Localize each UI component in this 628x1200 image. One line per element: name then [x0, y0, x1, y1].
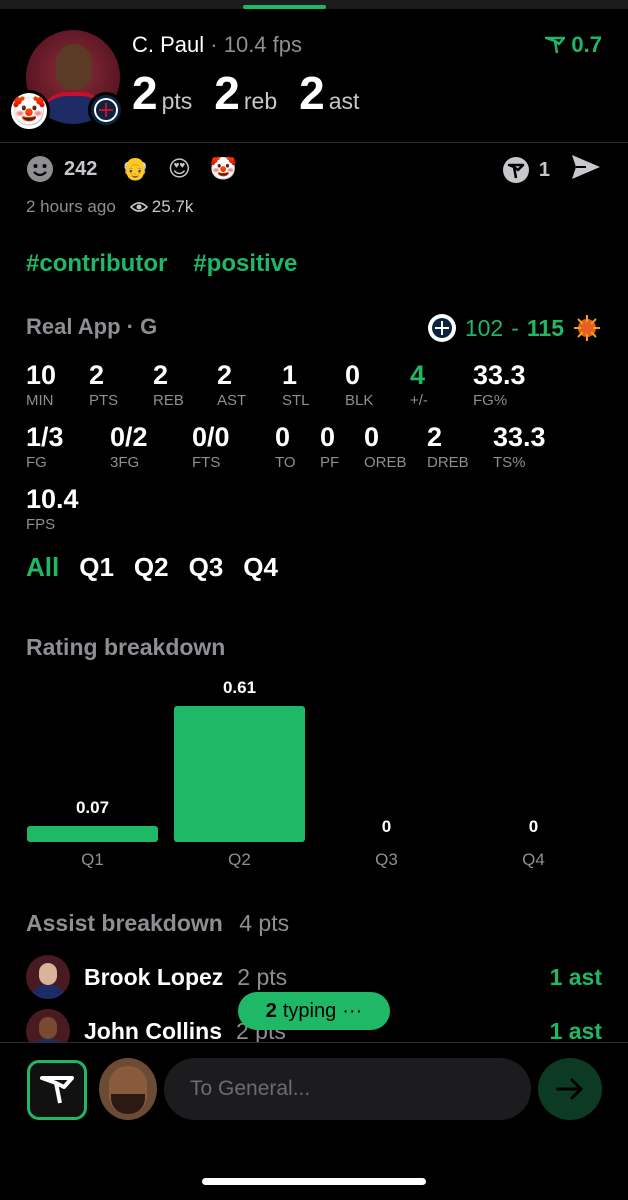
- chart-category-label: Q2: [228, 850, 251, 869]
- chart-category-label: Q1: [81, 850, 104, 869]
- stat-fts: 0/0 FTS: [192, 422, 230, 471]
- reaction-clown-icon[interactable]: 🤡: [209, 155, 237, 183]
- assist-breakdown-header: Assist breakdown 4 pts: [26, 910, 289, 937]
- chart-category-label: Q4: [522, 850, 545, 869]
- stat-fg: 1/3 FG: [26, 422, 64, 471]
- game-label: Real App · G: [26, 314, 158, 339]
- stat-pf: 0 PF: [320, 422, 340, 471]
- assist-player-name: John Collins: [84, 1017, 222, 1044]
- add-reaction-icon[interactable]: [26, 155, 54, 183]
- stat-min: 10 MIN: [26, 360, 57, 409]
- tab-q2[interactable]: Q2: [134, 552, 169, 583]
- app-logo-icon: [40, 1076, 74, 1104]
- stat-oreb: 0 OREB: [364, 422, 407, 471]
- assist-player-name: Brook Lopez: [84, 963, 224, 990]
- away-score: 115: [526, 314, 564, 341]
- chart-value-label: 0: [381, 817, 392, 836]
- eye-icon: [129, 202, 148, 212]
- header-divider: [0, 142, 628, 143]
- home-indicator: [202, 1178, 426, 1185]
- stat-3fg: 0/2 3FG: [110, 422, 148, 471]
- rating-icon: [545, 36, 566, 54]
- time-ago: 2 hours ago: [26, 197, 116, 216]
- reaction-count: 242: [64, 157, 98, 180]
- chart-value-label: 0.61: [222, 678, 257, 697]
- stat-dreb: 2 DREB: [427, 422, 469, 471]
- stat-ts-pct: 33.3 TS%: [493, 422, 546, 471]
- fps-label: · 10.4 fps: [210, 32, 302, 57]
- stat-plus-minus: 4 +/-: [410, 360, 428, 409]
- message-input[interactable]: To General...: [164, 1058, 531, 1120]
- headline-stats: 2 pts 2 reb 2 ast: [132, 66, 359, 120]
- user-avatar[interactable]: [99, 1058, 157, 1120]
- tab-q3[interactable]: Q3: [189, 552, 224, 583]
- comment-icon: [502, 157, 529, 183]
- home-team-logo-icon: [427, 314, 456, 342]
- assist-player-avatar: [26, 955, 70, 999]
- stat-reb-box: 2 REB: [153, 360, 184, 409]
- stat-ast-box: 2 AST: [217, 360, 247, 409]
- tab-q4[interactable]: Q4: [243, 552, 278, 583]
- typing-indicator[interactable]: 2 typing ···: [238, 992, 390, 1030]
- boxscore-row-3: 10.4 FPS: [26, 484, 606, 544]
- team-logo-icon: [88, 92, 124, 128]
- view-count: 25.7k: [151, 197, 194, 216]
- send-button[interactable]: [538, 1058, 602, 1120]
- reactions-row: 242 👴 😍 🤡: [26, 155, 237, 183]
- rating-badge[interactable]: 0.7: [545, 32, 602, 58]
- boxscore-row-1: 10 MIN 2 PTS 2 REB 2 AST 1 STL 0 BLK 4 +/- 33.3…: [26, 360, 606, 420]
- chart-bar: [174, 706, 305, 842]
- tag-contributor[interactable]: #contributor: [26, 250, 167, 278]
- quarter-tabs: All Q1 Q2 Q3 Q4: [26, 552, 278, 583]
- rating-breakdown-title: Rating breakdown: [26, 634, 226, 660]
- tab-q1[interactable]: Q1: [79, 552, 114, 583]
- chart-value-label: 0.07: [75, 798, 110, 817]
- home-score: 102: [464, 314, 504, 341]
- assist-breakdown-total: 4 pts: [239, 910, 290, 936]
- tab-all[interactable]: All: [26, 552, 59, 583]
- tag-positive[interactable]: #positive: [193, 250, 297, 278]
- stat-to: 0 TO: [275, 422, 296, 471]
- stat-fg-pct: 33.3 FG%: [473, 360, 526, 409]
- stat-fps: 10.4 FPS: [26, 484, 79, 533]
- clown-badge-icon: 🤡: [8, 90, 50, 132]
- tags-row: #contributor #positive: [26, 250, 297, 278]
- stat-stl: 1 STL: [282, 360, 310, 409]
- arrow-right-icon: [556, 1078, 583, 1100]
- stat-reb: 2 reb: [214, 67, 278, 119]
- reaction-heart-eyes-icon[interactable]: 😍: [165, 155, 193, 183]
- post-actions: 1: [501, 153, 602, 187]
- comment-button[interactable]: 1: [501, 155, 550, 185]
- chart-category-label: Q3: [375, 850, 398, 869]
- player-title[interactable]: C. Paul · 10.4 fps: [132, 32, 302, 58]
- stat-pts-box: 2 PTS: [89, 360, 119, 409]
- assist-count: 1 ast: [549, 1017, 602, 1044]
- stat-ast: 2 ast: [299, 67, 360, 119]
- player-name: C. Paul: [132, 32, 205, 57]
- assist-player-pts: 2 pts: [237, 963, 288, 990]
- assist-count: 1 ast: [549, 963, 602, 990]
- reaction-old-man-icon[interactable]: 👴: [121, 155, 149, 183]
- boxscore-row-2: 1/3 FG 0/2 3FG 0/0 FTS 0 TO 0 PF 0 OREB 2 DREB …: [26, 422, 606, 482]
- away-team-logo-icon: [574, 315, 600, 341]
- share-icon[interactable]: [570, 153, 602, 187]
- post-meta: 2 hours ago 25.7k: [26, 197, 193, 217]
- assist-breakdown-title: Assist breakdown: [26, 910, 223, 936]
- game-score[interactable]: 102-115: [427, 313, 602, 343]
- player-face: [56, 44, 92, 90]
- stat-pts: 2 pts: [132, 67, 193, 119]
- page-indicator: [243, 5, 326, 9]
- chart-bar: [27, 826, 158, 842]
- app-logo-button[interactable]: [27, 1060, 87, 1120]
- rating-chart: 0.07 Q1 0.61 Q2 0 Q3 0 Q4: [0, 670, 628, 880]
- chart-value-label: 0: [528, 817, 539, 836]
- stat-blk: 0 BLK: [345, 360, 374, 409]
